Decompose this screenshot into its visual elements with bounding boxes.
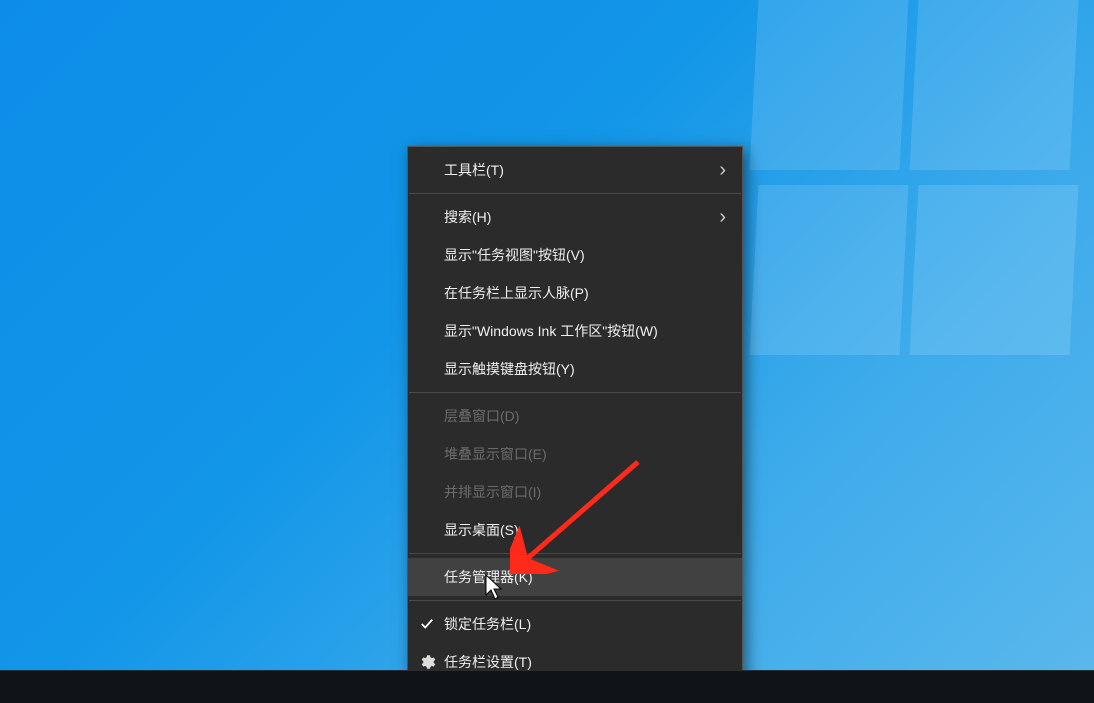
taskbar[interactable]	[0, 670, 1094, 703]
menu-item-label: 显示桌面(S)	[444, 520, 519, 540]
menu-separator	[409, 392, 741, 393]
menu-item[interactable]: 锁定任务栏(L)	[408, 605, 742, 643]
menu-item[interactable]: 在任务栏上显示人脉(P)	[408, 274, 742, 312]
taskbar-context-menu[interactable]: 工具栏(T) 搜索(H) 显示"任务视图"按钮(V) 在任务栏上显示人脉(P) 显示"W…	[407, 146, 743, 686]
menu-item-label: 搜索(H)	[444, 207, 491, 227]
gear-icon	[418, 653, 436, 671]
menu-separator	[409, 600, 741, 601]
menu-item-label: 锁定任务栏(L)	[444, 614, 531, 634]
menu-item: 堆叠显示窗口(E)	[408, 435, 742, 473]
menu-item-label: 堆叠显示窗口(E)	[444, 444, 547, 464]
menu-separator	[409, 193, 741, 194]
logo-pane	[910, 0, 1079, 170]
menu-item-label: 任务管理器(K)	[444, 567, 533, 587]
menu-item-label: 并排显示窗口(I)	[444, 482, 541, 502]
menu-item-label: 层叠窗口(D)	[444, 406, 519, 426]
menu-item-label: 任务栏设置(T)	[444, 652, 532, 672]
menu-item: 并排显示窗口(I)	[408, 473, 742, 511]
menu-item-label: 工具栏(T)	[444, 160, 504, 180]
menu-separator	[409, 553, 741, 554]
logo-pane	[750, 185, 909, 355]
logo-pane	[750, 0, 909, 170]
menu-item[interactable]: 显示"任务视图"按钮(V)	[408, 236, 742, 274]
menu-item-label: 在任务栏上显示人脉(P)	[444, 283, 589, 303]
checkmark-icon	[420, 617, 434, 631]
menu-item-label: 显示"Windows Ink 工作区"按钮(W)	[444, 321, 658, 341]
menu-item[interactable]: 搜索(H)	[408, 198, 742, 236]
menu-item[interactable]: 显示桌面(S)	[408, 511, 742, 549]
logo-pane	[910, 185, 1079, 355]
menu-item[interactable]: 工具栏(T)	[408, 151, 742, 189]
menu-item-label: 显示触摸键盘按钮(Y)	[444, 359, 575, 379]
menu-item-label: 显示"任务视图"按钮(V)	[444, 245, 585, 265]
menu-item: 层叠窗口(D)	[408, 397, 742, 435]
windows-logo-background	[694, 0, 1094, 380]
menu-item[interactable]: 任务管理器(K)	[408, 558, 742, 596]
menu-item[interactable]: 显示触摸键盘按钮(Y)	[408, 350, 742, 388]
menu-item[interactable]: 显示"Windows Ink 工作区"按钮(W)	[408, 312, 742, 350]
